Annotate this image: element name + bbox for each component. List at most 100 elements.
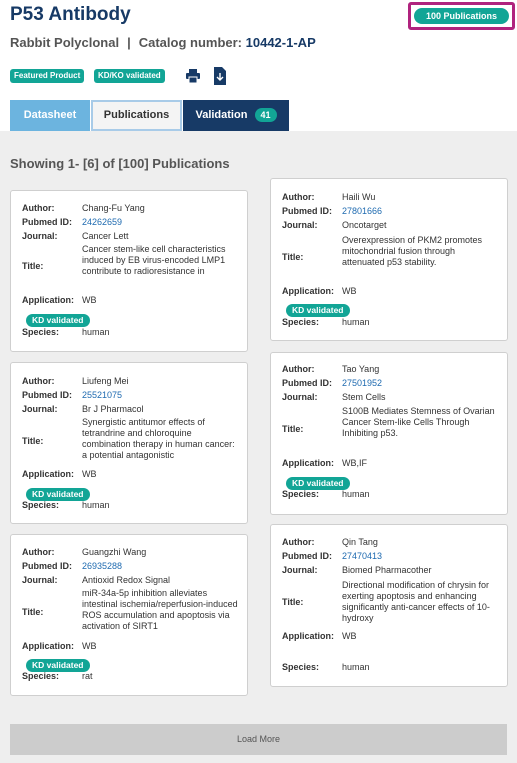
title-value: Overexpression of PKM2 promotes mitochon… [342,235,483,267]
application-value: WB [82,469,97,479]
host-text: Rabbit Polyclonal [10,35,120,50]
pubmed-link[interactable]: 24262659 [82,217,239,228]
pubmed-label: Pubmed ID: [22,561,73,571]
kd-validated-badge: KD validated [286,477,350,490]
title-label: Title: [22,607,44,617]
pubmed-link[interactable]: 27470413 [342,551,499,562]
journal-label: Journal: [22,575,58,585]
title-value: S100B Mediates Stemness of Ovarian Cance… [342,406,495,438]
application-value: WB [342,286,357,296]
catalog-number: 10442-1-AP [245,35,316,50]
pubmed-label: Pubmed ID: [22,217,73,227]
author-value: Liufeng Mei [82,376,129,386]
tab-validation-label: Validation [195,109,248,121]
application-label: Application: [22,295,74,305]
pubmed-label: Pubmed ID: [282,551,333,561]
journal-value: Br J Pharmacol [82,404,144,414]
title-value: Directional modification of chrysin for … [342,580,490,623]
title-label: Title: [282,252,304,262]
publication-card: Author: Guangzhi Wang Pubmed ID: 26935288 … [10,534,248,696]
title-value: Cancer stem-like cell characteristics in… [82,244,226,276]
application-value: WB,IF [342,458,367,468]
application-value: WB [82,295,97,305]
author-label: Author: [22,547,55,557]
journal-value: Stem Cells [342,392,386,402]
showing-count: Showing 1- [6] of [100] Publications [10,156,230,171]
title-label: Title: [22,261,44,271]
journal-label: Journal: [22,231,58,241]
journal-label: Journal: [282,220,318,230]
application-label: Application: [22,469,74,479]
species-label: Species: [282,489,320,499]
title-label: Title: [282,597,304,607]
tab-datasheet[interactable]: Datasheet [10,100,90,131]
publications-panel: Showing 1- [6] of [100] Publications Aut… [0,131,517,763]
separator: | [127,35,131,50]
print-icon[interactable] [186,69,200,83]
pubmed-label: Pubmed ID: [22,390,73,400]
application-label: Application: [282,286,334,296]
publication-card: Author: Tao Yang Pubmed ID: 27501952 Journ… [270,352,508,515]
journal-label: Journal: [282,565,318,575]
publication-card: Author: Qin Tang Pubmed ID: 27470413 Journ… [270,524,508,687]
kd-validated-badge: KD validated [26,488,90,501]
publication-card: Author: Liufeng Mei Pubmed ID: 25521075 Jo… [10,362,248,524]
author-value: Chang-Fu Yang [82,203,145,213]
author-value: Qin Tang [342,537,378,547]
species-label: Species: [22,500,60,510]
species-value: human [342,662,370,672]
author-label: Author: [22,203,55,213]
species-label: Species: [22,327,60,337]
author-label: Author: [282,364,315,374]
load-more-button[interactable]: Load More [10,724,507,755]
product-subtitle: Rabbit Polyclonal | Catalog number: 10442-… [10,35,316,50]
publications-highlight: 100 Publications [408,2,515,30]
publication-card: Author: Chang-Fu Yang Pubmed ID: 24262659 … [10,190,248,352]
page-title: P53 Antibody [10,4,131,25]
author-value: Haili Wu [342,192,376,202]
application-value: WB [82,641,97,651]
journal-label: Journal: [282,392,318,402]
pubmed-link[interactable]: 27501952 [342,378,499,389]
application-label: Application: [282,631,334,641]
species-label: Species: [282,662,320,672]
title-label: Title: [282,424,304,434]
featured-product-badge: Featured Product [10,69,85,83]
pubmed-label: Pubmed ID: [282,206,333,216]
tab-validation[interactable]: Validation 41 [183,100,289,131]
publications-count-button[interactable]: 100 Publications [414,8,509,24]
application-label: Application: [22,641,74,651]
application-label: Application: [282,458,334,468]
journal-value: Biomed Pharmacother [342,565,432,575]
kd-validated-badge: KD validated [26,314,90,327]
title-value: miR-34a-5p inhibition alleviates intesti… [82,588,238,631]
author-value: Tao Yang [342,364,380,374]
species-value: human [82,500,110,510]
kd-validated-badge: KD validated [26,659,90,672]
journal-label: Journal: [22,404,58,414]
species-value: human [342,489,370,499]
title-label: Title: [22,436,44,446]
journal-value: Cancer Lett [82,231,129,241]
author-label: Author: [282,192,315,202]
species-label: Species: [282,317,320,327]
species-value: human [82,327,110,337]
species-value: human [342,317,370,327]
title-value: Synergistic antitumor effects of tetrand… [82,417,235,460]
pdf-download-icon[interactable] [213,67,227,85]
tab-publications[interactable]: Publications [91,100,182,131]
kd-validated-badge: KD validated [286,304,350,317]
publication-card: Author: Haili Wu Pubmed ID: 27801666 Journ… [270,178,508,341]
pubmed-link[interactable]: 27801666 [342,206,499,217]
catalog-label: Catalog number: [138,35,243,50]
author-value: Guangzhi Wang [82,547,147,557]
pubmed-link[interactable]: 26935288 [82,561,239,572]
journal-value: Antioxid Redox Signal [82,575,171,585]
species-label: Species: [22,671,60,681]
species-value: rat [82,671,93,681]
tab-bar: Datasheet Publications Validation 41 [10,100,290,131]
validation-count-badge: 41 [254,108,277,122]
pubmed-link[interactable]: 25521075 [82,390,239,401]
pubmed-label: Pubmed ID: [282,378,333,388]
journal-value: Oncotarget [342,220,387,230]
